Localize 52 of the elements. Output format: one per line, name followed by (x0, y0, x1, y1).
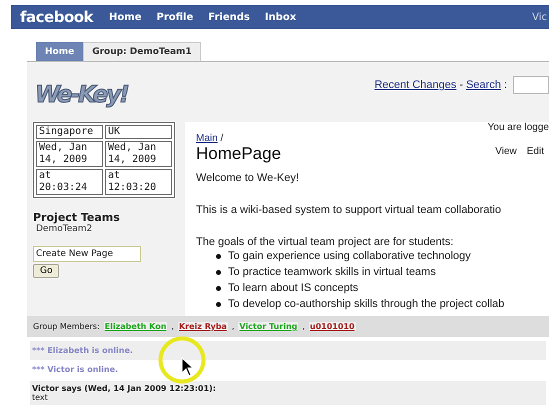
list-item: To gain experience using collaborative technology (228, 249, 471, 264)
search-field[interactable] (513, 76, 549, 94)
tab[interactable]: Home (36, 42, 84, 61)
page-title: HomePage (196, 144, 282, 164)
bullet-icon (216, 270, 221, 274)
list-item: To practice teamwork skills in virtual teams (228, 265, 436, 280)
message-text: text (32, 393, 49, 402)
tab[interactable]: Group: DemoTeam1 (83, 42, 201, 61)
nav-link[interactable]: Friends (208, 12, 250, 22)
separator-text: , (171, 322, 174, 331)
table-cell: Wed, Jan 14, 2009 (36, 141, 103, 167)
table-cell: Wed, Jan 14, 2009 (105, 141, 172, 167)
system-message: *** Elizabeth is online. (32, 346, 133, 355)
breadcrumb-separator: / (220, 133, 224, 144)
bullet-icon (216, 302, 221, 306)
separator-text: , (232, 322, 234, 331)
paragraph: The goals of the virtual team project are for students: (196, 236, 454, 248)
message-header: Victor says (Wed, 14 Jan 2009 12:23:01): (32, 384, 217, 393)
members-label: Group Members: (33, 322, 100, 331)
team-link[interactable]: DemoTeam2 (36, 224, 185, 234)
breadcrumb-link[interactable]: Main (196, 133, 218, 144)
paragraph: Welcome to We-Key! (196, 172, 300, 184)
member-link[interactable]: u0101010 (308, 322, 356, 331)
go-button[interactable]: Go (33, 264, 60, 278)
table-cell: UK (105, 125, 172, 139)
separator-text: , (302, 322, 305, 331)
bullet-icon (216, 286, 221, 290)
list-item: To learn about IS concepts (228, 281, 358, 296)
cursor-icon (181, 357, 195, 377)
table-cell: Singapore (36, 125, 103, 139)
new-page-field[interactable]: Create New Page (33, 246, 141, 262)
paragraph: This is a wiki-based system to support virtual team collaboratio (196, 204, 502, 216)
action-link[interactable]: Edit (526, 146, 544, 157)
list-item: To develop co-authorship skills through the project collab (228, 297, 504, 312)
separator-text: - (459, 79, 464, 91)
nav-link[interactable]: Profile (156, 12, 194, 22)
member-link[interactable]: Kreiz Ryba (178, 322, 228, 331)
action-link[interactable]: View (495, 146, 517, 157)
logo[interactable]: facebook (20, 8, 94, 26)
bullet-icon (216, 254, 221, 258)
search-link[interactable]: Search (466, 79, 501, 91)
colon-text: : (504, 79, 507, 91)
login-status: You are logge (488, 122, 549, 133)
nav-link[interactable]: Inbox (264, 12, 296, 22)
recent-changes-link[interactable]: Recent Changes (374, 79, 456, 91)
highlight-circle (158, 336, 206, 384)
system-message: *** Victor is online. (32, 365, 118, 374)
section-title: Project Teams (33, 211, 121, 224)
table-cell: at 20:03:24 (36, 169, 103, 195)
table-cell: at 12:03:20 (105, 169, 172, 195)
nav-link[interactable]: Home (109, 12, 142, 22)
user-name[interactable]: Vic (532, 12, 547, 22)
